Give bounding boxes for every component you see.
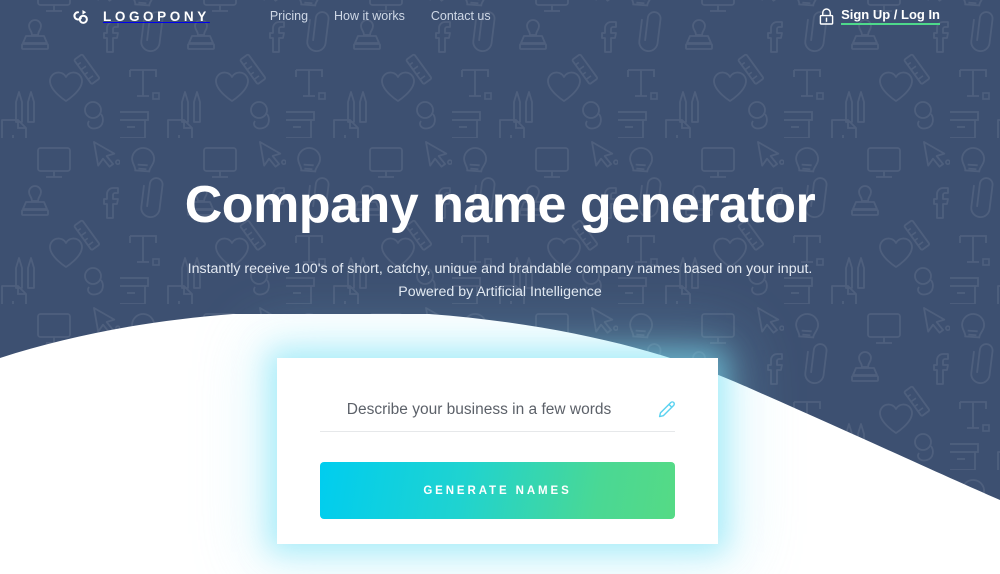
pencil-icon[interactable]	[658, 401, 675, 418]
hero-subtitle-line-1: Instantly receive 100's of short, catchy…	[187, 260, 813, 277]
lock-icon	[819, 7, 834, 25]
main-nav: Pricing How it works Contact us	[270, 9, 491, 23]
brand-logo-link[interactable]: LOGOPONY	[70, 6, 210, 27]
generator-card: GENERATE NAMES	[277, 358, 718, 544]
business-input-row	[320, 388, 675, 432]
hero-copy: Company name generator Instantly receive…	[0, 176, 1000, 304]
account-label: Sign Up / Log In	[841, 7, 940, 25]
hero-subtitle-line-2: Powered by Artificial Intelligence	[398, 283, 602, 300]
page-title: Company name generator	[184, 176, 816, 234]
hero-section: LOGOPONY Pricing How it works Contact us…	[0, 0, 1000, 574]
nav-link-pricing[interactable]: Pricing	[270, 9, 308, 23]
brand-name: LOGOPONY	[103, 8, 210, 24]
business-description-input[interactable]	[320, 400, 658, 419]
site-header: LOGOPONY Pricing How it works Contact us…	[0, 0, 1000, 32]
nav-link-how-it-works[interactable]: How it works	[334, 9, 405, 23]
hero-subtitle: Instantly receive 100's of short, catchy…	[0, 258, 1000, 304]
infinity-link-logo-icon	[73, 9, 88, 24]
nav-link-contact-us[interactable]: Contact us	[431, 9, 491, 23]
generate-names-button[interactable]: GENERATE NAMES	[320, 462, 675, 519]
sign-up-log-in-link[interactable]: Sign Up / Log In	[819, 7, 940, 25]
